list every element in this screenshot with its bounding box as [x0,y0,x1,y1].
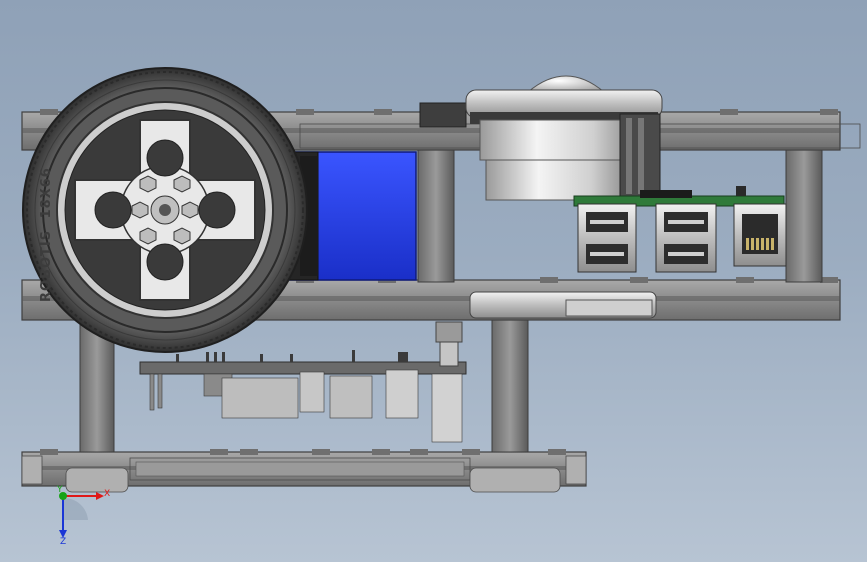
x-axis-label: X [104,489,110,499]
usb-port-pair-right[interactable] [655,203,717,273]
3d-viewport[interactable]: ROBOTIS 18X66 X Y Z [0,0,867,562]
cad-model-scene[interactable]: ROBOTIS 18X66 X Y Z [0,0,867,562]
coordinate-triad: X Y Z [56,485,110,547]
drive-wheel[interactable]: ROBOTIS 18X66 [22,67,308,353]
controller-board[interactable] [139,350,467,443]
tire-marking-text: ROBOTIS 18X66 [39,167,54,302]
x-axis-arrowhead [96,492,104,500]
y-axis-label: Y [56,485,63,495]
power-switch-shaft[interactable] [435,321,463,367]
z-axis-label: Z [60,537,66,547]
ethernet-port[interactable] [733,203,787,267]
usb-port-pair-left[interactable] [577,203,637,273]
